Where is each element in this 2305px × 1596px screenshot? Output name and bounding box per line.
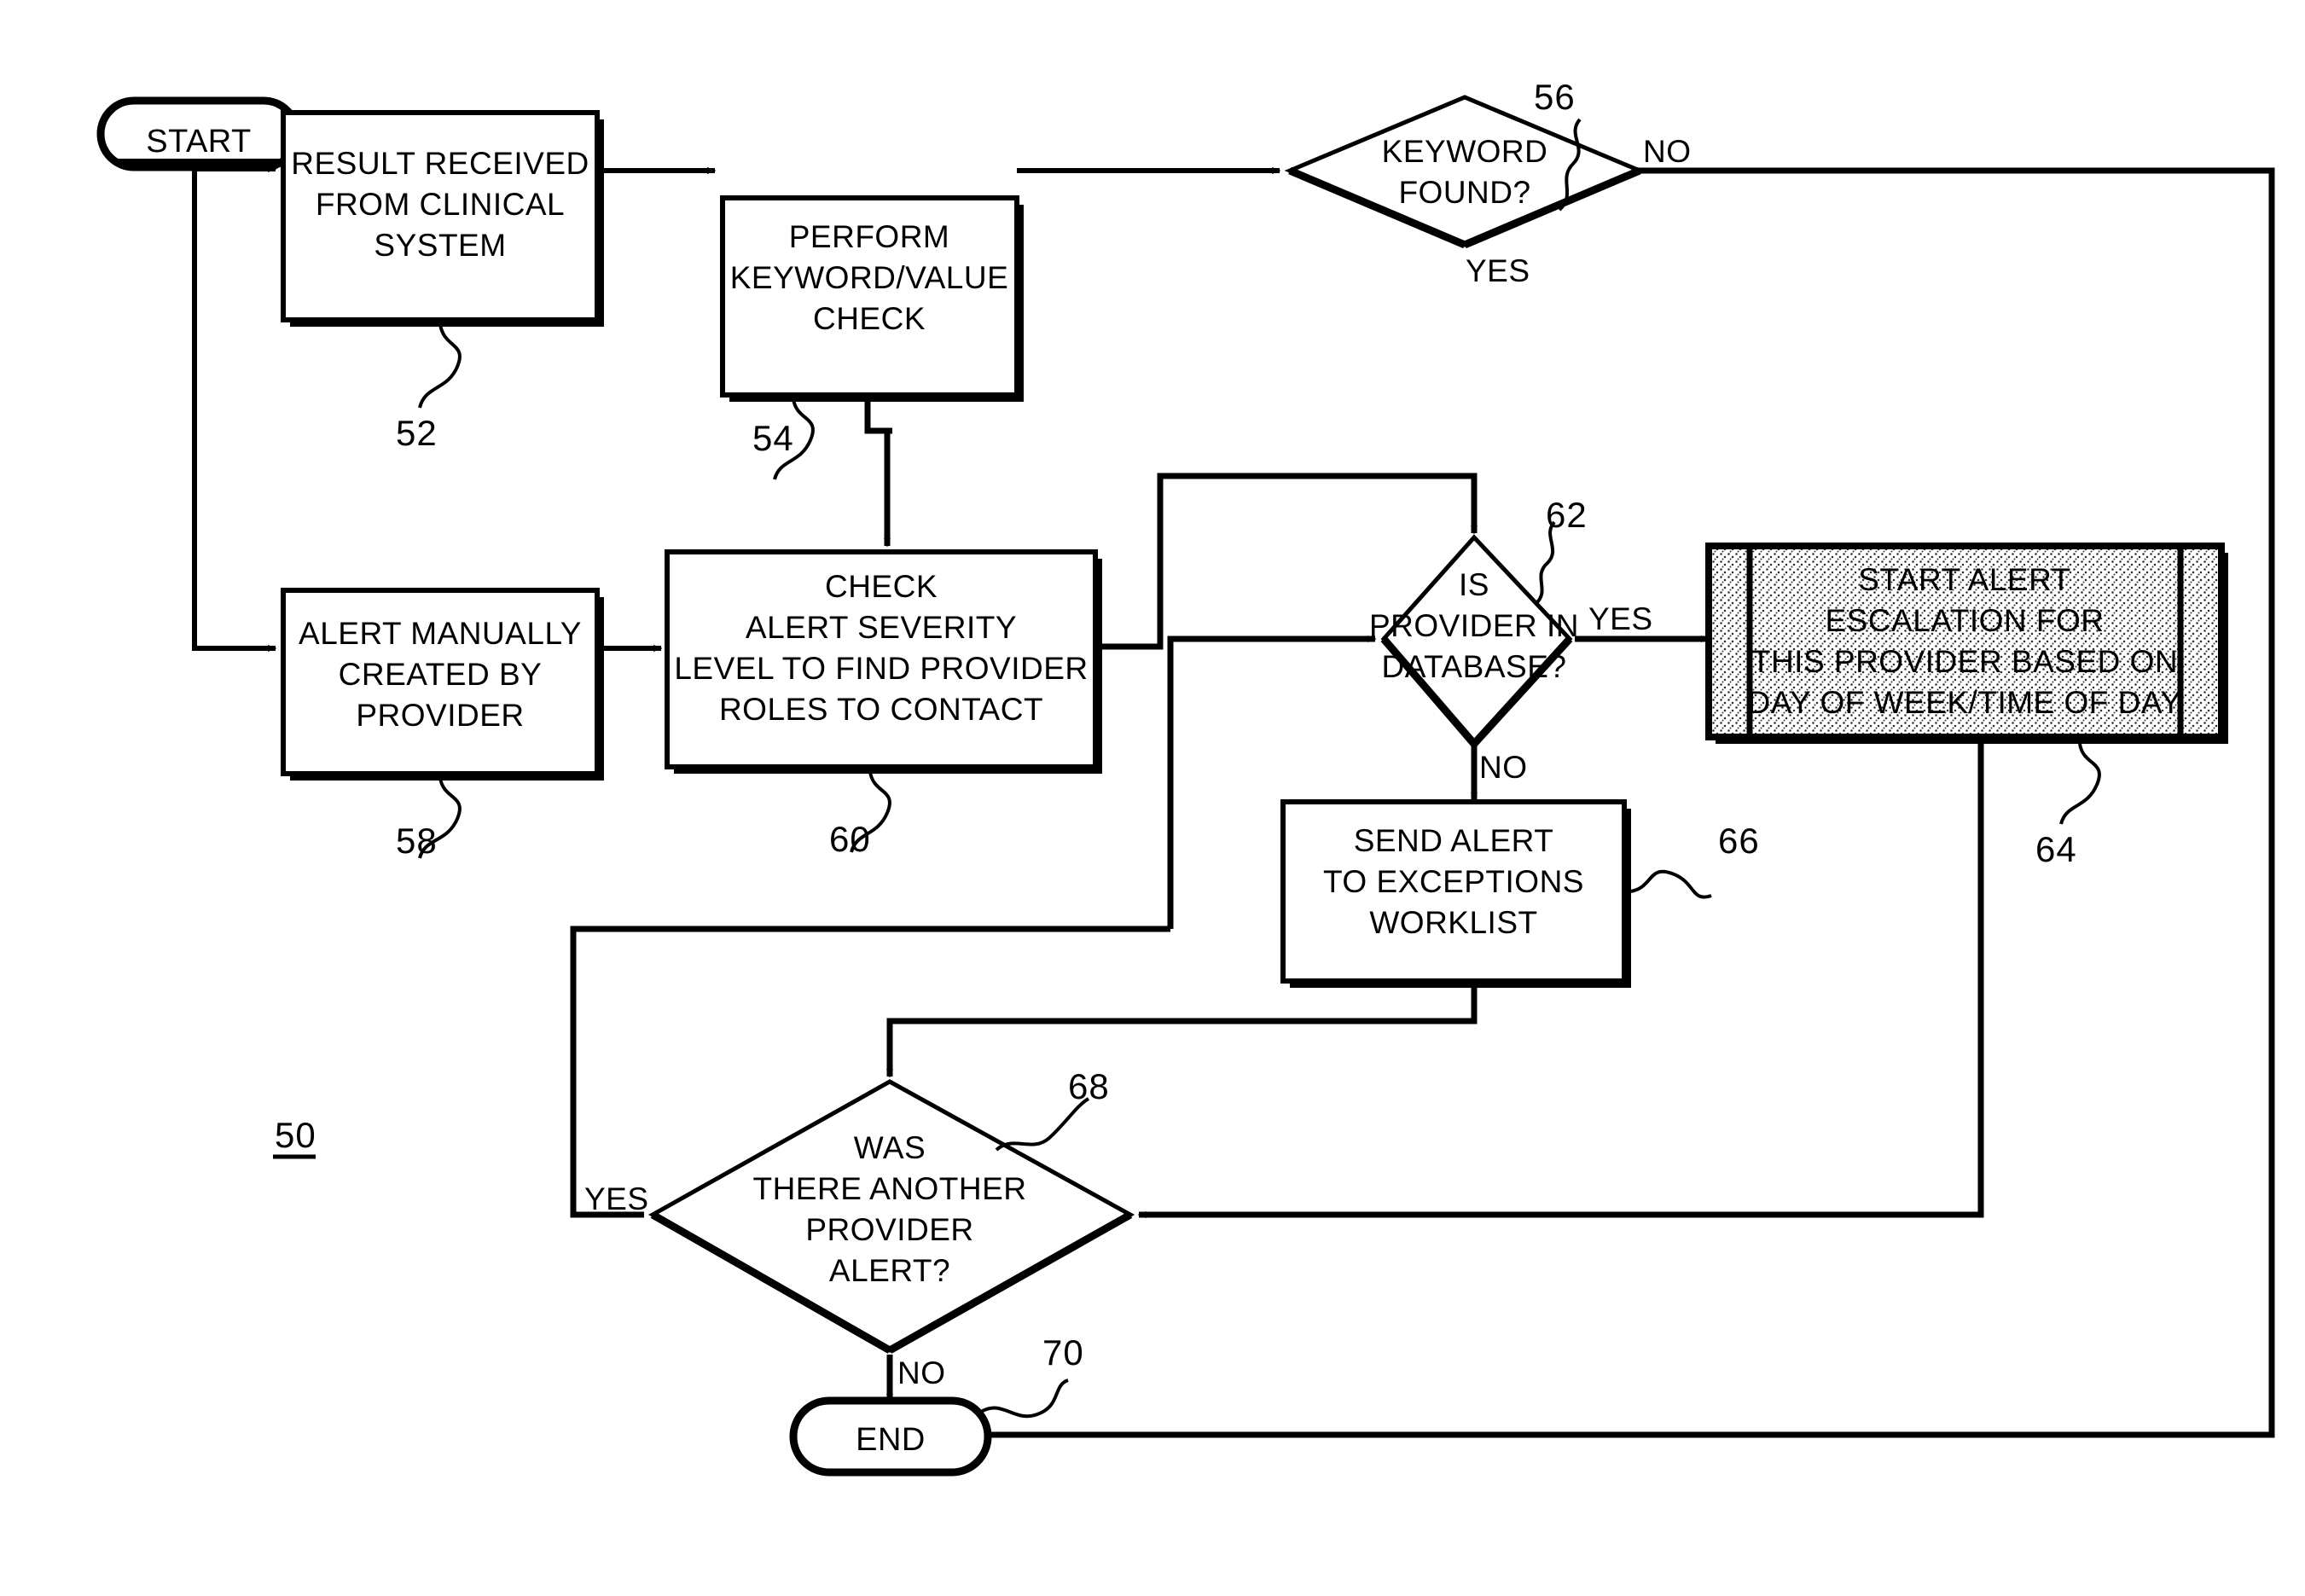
edge-label-provider-no: NO bbox=[1479, 750, 1528, 785]
process-58-line-1: CREATED BY bbox=[339, 657, 543, 692]
process-66-line-2: WORKLIST bbox=[1369, 905, 1537, 940]
edge-label-keyword-no: NO bbox=[1643, 134, 1692, 169]
process-52-line-0: RESULT RECEIVED bbox=[291, 146, 589, 181]
patent-figure-sheet: START RESULT RECEIVED FROM CLINICAL SYST… bbox=[0, 0, 2305, 1596]
decision-62-line-1: PROVIDER IN bbox=[1369, 608, 1579, 643]
ref-number-68: 68 bbox=[1068, 1066, 1110, 1106]
decision-56-line-1: FOUND? bbox=[1398, 175, 1530, 210]
terminator-end: END bbox=[789, 1396, 992, 1477]
process-result-received: RESULT RECEIVED FROM CLINICAL SYSTEM bbox=[281, 110, 604, 327]
ref-number-66: 66 bbox=[1718, 821, 1760, 861]
ref-callout-64: 64 bbox=[2035, 743, 2101, 869]
process-58-line-0: ALERT MANUALLY bbox=[299, 616, 582, 651]
ref-callout-66: 66 bbox=[1630, 821, 1760, 899]
process-52-line-1: FROM CLINICAL bbox=[316, 187, 565, 222]
predefined-process-start-alert-escalation: START ALERT ESCALATION FOR THIS PROVIDER… bbox=[1705, 543, 2228, 744]
edge-label-keyword-yes: YES bbox=[1466, 253, 1530, 288]
decision-56-line-0: KEYWORD bbox=[1382, 134, 1548, 169]
decision-68-line-0: WAS bbox=[854, 1130, 926, 1165]
process-check-alert-severity: CHECK ALERT SEVERITY LEVEL TO FIND PROVI… bbox=[665, 549, 1102, 774]
process-keyword-value-check: PERFORM KEYWORD/VALUE CHECK bbox=[720, 195, 1024, 402]
predefined-64-line-1: ESCALATION FOR bbox=[1825, 603, 2104, 638]
edge-56-no-to-end bbox=[984, 167, 2275, 1435]
decision-is-provider-in-database: IS PROVIDER IN DATABASE? bbox=[1369, 534, 1579, 747]
process-send-alert-exceptions: SEND ALERT TO EXCEPTIONS WORKLIST bbox=[1280, 799, 1631, 988]
process-54-line-2: CHECK bbox=[813, 301, 926, 336]
decision-keyword-found: KEYWORD FOUND? bbox=[1284, 95, 1646, 249]
edge-label-provider-yes: YES bbox=[1588, 601, 1653, 636]
flowchart-svg: START RESULT RECEIVED FROM CLINICAL SYST… bbox=[96, 77, 2275, 1477]
terminator-start-label: START bbox=[146, 124, 252, 160]
process-52-line-2: SYSTEM bbox=[374, 228, 506, 263]
ref-number-70: 70 bbox=[1042, 1332, 1084, 1373]
process-60-line-0: CHECK bbox=[825, 569, 938, 604]
edge-66-to-68 bbox=[890, 988, 1478, 1077]
figure-ref-50-label: 50 bbox=[275, 1115, 316, 1155]
process-66-line-0: SEND ALERT bbox=[1354, 823, 1554, 858]
process-60-line-3: ROLES TO CONTACT bbox=[719, 692, 1043, 727]
ref-number-64: 64 bbox=[2035, 829, 2077, 869]
decision-68-line-2: PROVIDER bbox=[805, 1212, 973, 1247]
decision-68-line-1: THERE ANOTHER bbox=[752, 1171, 1026, 1206]
predefined-64-line-0: START ALERT bbox=[1858, 562, 2071, 597]
ref-callout-52: 52 bbox=[396, 323, 462, 453]
edge-label-another-no: NO bbox=[897, 1355, 946, 1390]
process-60-line-2: LEVEL TO FIND PROVIDER bbox=[674, 651, 1088, 686]
edge-start-to-58 bbox=[192, 108, 276, 648]
ref-callout-58: 58 bbox=[396, 777, 462, 861]
ref-callout-70: 70 bbox=[980, 1332, 1084, 1419]
ref-number-58: 58 bbox=[396, 821, 438, 861]
process-54-line-0: PERFORM bbox=[789, 219, 950, 254]
ref-number-54: 54 bbox=[752, 418, 794, 458]
ref-number-62: 62 bbox=[1546, 495, 1588, 535]
process-58-line-2: PROVIDER bbox=[356, 698, 524, 733]
ref-callout-54: 54 bbox=[752, 398, 815, 480]
process-54-line-1: KEYWORD/VALUE bbox=[730, 260, 1009, 295]
decision-was-there-another-provider-alert: WAS THERE ANOTHER PROVIDER ALERT? bbox=[647, 1079, 1135, 1354]
ref-number-60: 60 bbox=[829, 819, 871, 859]
ref-number-56: 56 bbox=[1534, 77, 1576, 117]
edge-label-another-yes: YES bbox=[584, 1181, 649, 1216]
decision-62-line-0: IS bbox=[1459, 567, 1489, 602]
terminator-end-label: END bbox=[856, 1422, 926, 1458]
decision-62-line-2: DATABASE? bbox=[1382, 649, 1567, 684]
ref-callout-68: 68 bbox=[995, 1066, 1110, 1152]
ref-number-52: 52 bbox=[396, 413, 438, 453]
process-alert-manually-created: ALERT MANUALLY CREATED BY PROVIDER bbox=[281, 588, 604, 781]
ref-callout-62: 62 bbox=[1534, 495, 1588, 606]
ref-callout-60: 60 bbox=[829, 771, 891, 859]
process-60-line-1: ALERT SEVERITY bbox=[746, 610, 1017, 645]
decision-68-line-3: ALERT? bbox=[829, 1253, 950, 1288]
figure-reference-number: 50 bbox=[273, 1115, 316, 1159]
predefined-64-line-2: THIS PROVIDER BASED ON bbox=[1751, 644, 2178, 679]
predefined-64-line-3: DAY OF WEEK/TIME OF DAY bbox=[1748, 685, 2182, 720]
process-66-line-1: TO EXCEPTIONS bbox=[1323, 864, 1584, 899]
